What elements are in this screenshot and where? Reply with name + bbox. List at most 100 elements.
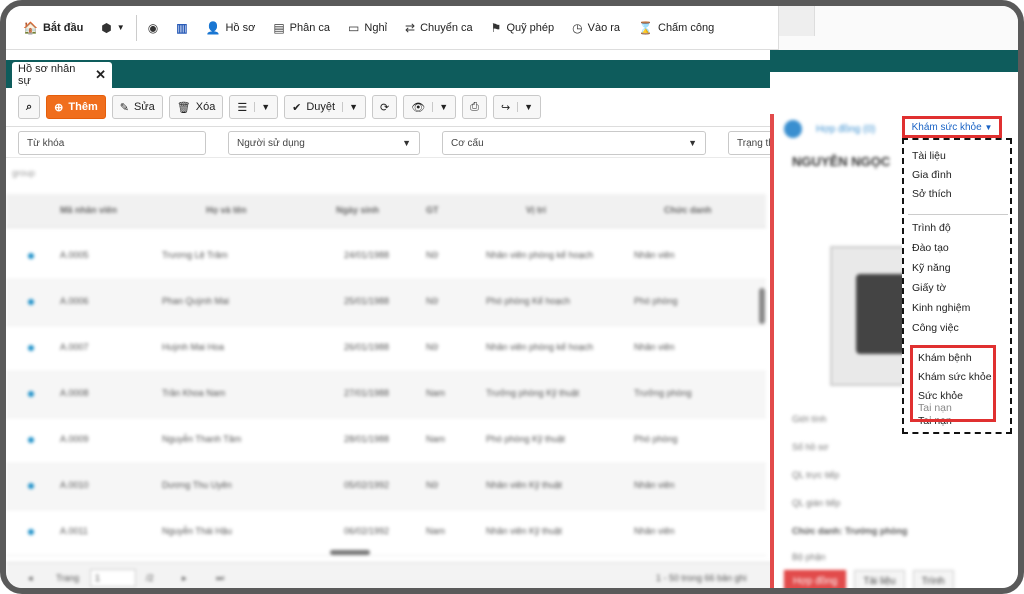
menu-box[interactable]: ⬢ ▼ bbox=[92, 6, 133, 50]
filter-row: Từ khóa Người sử dụng ▼ Cơ cấu ▼ Trạng th bbox=[6, 126, 788, 158]
tab-employee-profile-label: Hồ sơ nhân sự bbox=[18, 63, 76, 87]
menu-item-hobbies[interactable]: Sở thích bbox=[912, 188, 952, 200]
table-cell: Nguyễn Thanh Tâm bbox=[162, 434, 242, 444]
dashboard-icon: ◉ bbox=[147, 20, 159, 35]
menu-item-work[interactable]: Công việc bbox=[912, 322, 959, 334]
menu-item-experience[interactable]: Kinh nghiệm bbox=[912, 302, 970, 314]
table-cell: 05/02/1992 bbox=[344, 480, 390, 490]
menu-shift-assign-label: Phân ca bbox=[289, 21, 331, 34]
group-hint: group bbox=[12, 168, 36, 178]
table-row[interactable]: A.0006 Phan Quỳnh Mai 25/01/1988 Nữ Phó phòn… bbox=[6, 280, 766, 326]
menu-leave-fund-label: Quỹ phép bbox=[506, 21, 555, 34]
table-cell: Huỳnh Mai Hoa bbox=[162, 342, 225, 352]
refresh-button[interactable]: ⟳ bbox=[372, 95, 398, 119]
menu-chart[interactable]: ▥ bbox=[167, 6, 196, 50]
structure-select[interactable]: Cơ cấu ▼ bbox=[442, 131, 706, 155]
menu-leave-fund[interactable]: ⚑ Quỹ phép bbox=[482, 6, 563, 50]
row-status-dot bbox=[28, 299, 34, 305]
view-button[interactable]: 👁 ▼ bbox=[403, 95, 457, 119]
page-input[interactable]: 1 bbox=[90, 569, 136, 587]
right-top-area bbox=[778, 6, 1018, 50]
table-cell: Nữ bbox=[426, 342, 439, 352]
table-row[interactable]: A.0008 Trần Khoa Nam 27/01/1988 Nam Trưởng p… bbox=[6, 372, 766, 418]
table-row[interactable]: A.0007 Huỳnh Mai Hoa 26/01/1988 Nữ Nhân viên… bbox=[6, 326, 766, 372]
info-gender: Giới tính bbox=[792, 414, 827, 424]
info-direct-manager: QL trực tiếp bbox=[792, 470, 840, 480]
menu-item-family[interactable]: Gia đình bbox=[912, 169, 952, 181]
menu-start[interactable]: 🏠 Bắt đầu bbox=[14, 6, 92, 50]
share-button[interactable]: ↪ ▼ bbox=[492, 95, 542, 119]
menu-in-out[interactable]: ◷ Vào ra bbox=[563, 6, 629, 50]
list-icon: ▤ bbox=[273, 20, 285, 35]
edit-button[interactable]: ✎ Sửa bbox=[111, 95, 163, 119]
grid-header: Mã nhân viên Họ và tên Ngày sinh GT Vị t… bbox=[6, 194, 766, 228]
documents-button[interactable]: Tài liệu bbox=[854, 570, 905, 588]
menu-shift-assign[interactable]: ▤ Phân ca bbox=[264, 6, 339, 50]
table-cell: A.0007 bbox=[60, 342, 89, 352]
table-row[interactable]: A.0009 Nguyễn Thanh Tâm 28/01/1988 Nam Phó p… bbox=[6, 418, 766, 464]
check-circle-icon: ✔ bbox=[292, 101, 302, 114]
table-cell: Phó phòng bbox=[634, 434, 678, 444]
col-employee-code[interactable]: Mã nhân viên bbox=[60, 205, 117, 215]
col-position[interactable]: Vị trí bbox=[526, 205, 546, 215]
keyword-input[interactable]: Từ khóa bbox=[18, 131, 206, 155]
tab-employee-profile[interactable]: Hồ sơ nhân sự ✕ bbox=[12, 62, 112, 88]
approve-button[interactable]: ✔ Duyệt ▼ bbox=[284, 95, 367, 119]
table-cell: Nhân viên bbox=[634, 480, 675, 490]
add-button[interactable]: ⊕ Thêm bbox=[46, 95, 106, 119]
chevron-down-icon: ▼ bbox=[432, 102, 448, 112]
contract-tab[interactable]: Hợp đồng (0) bbox=[816, 124, 875, 135]
col-full-name[interactable]: Họ và tên bbox=[206, 205, 247, 215]
col-gender[interactable]: GT bbox=[426, 205, 439, 215]
menu-timekeeping[interactable]: ⌛ Chấm công bbox=[629, 6, 723, 50]
detail-buttons: Hợp đồng Tài liệu Trình bbox=[784, 570, 954, 588]
contract-button[interactable]: Hợp đồng bbox=[784, 570, 847, 588]
menu-shift-change[interactable]: ⇄ Chuyển ca bbox=[396, 6, 482, 50]
delete-button[interactable]: 🗑 Xóa bbox=[168, 95, 224, 119]
table-cell: Nam bbox=[426, 434, 446, 444]
table-row[interactable]: A.0010 Dương Thu Uyên 05/02/1992 Nữ Nhân viê… bbox=[6, 464, 766, 510]
table-cell: Trần Khoa Nam bbox=[162, 388, 226, 398]
table-row[interactable]: A.0011 Nguyễn Thái Hậu 06/02/1992 Nam Nhân v… bbox=[6, 510, 766, 556]
table-row[interactable]: A.0005 Trương Lệ Trâm 24/01/1988 Nữ Nhân viê… bbox=[6, 234, 766, 280]
card-icon: ▭ bbox=[348, 20, 360, 35]
table-cell: A.0005 bbox=[60, 250, 89, 260]
menu-button[interactable]: ☰ ▼ bbox=[229, 95, 279, 119]
last-icon[interactable]: ⏭ bbox=[216, 573, 224, 584]
screenshot-frame: 🏠 Bắt đầu ⬢ ▼ ◉ ▥ 👤 Hồ sơ ▤ Phân ca ▭ Nghỉ ⇄ C… bbox=[0, 0, 1024, 594]
col-dob[interactable]: Ngày sinh bbox=[336, 205, 379, 215]
next-icon[interactable]: ▸ bbox=[182, 573, 187, 584]
user-select[interactable]: Người sử dụng ▼ bbox=[228, 131, 420, 155]
table-cell: 25/01/1988 bbox=[344, 296, 390, 306]
hamburger-icon: ☰ bbox=[237, 101, 248, 114]
menu-dashboard[interactable]: ◉ bbox=[139, 6, 167, 50]
row-status-dot bbox=[28, 529, 34, 535]
menu-leave[interactable]: ▭ Nghỉ bbox=[339, 6, 396, 50]
menu-item-training[interactable]: Đào tạo bbox=[912, 242, 949, 254]
home-icon: 🏠 bbox=[23, 20, 38, 35]
menu-profile-label: Hồ sơ bbox=[225, 21, 256, 34]
info-department: Bộ phận bbox=[792, 552, 826, 562]
col-title[interactable]: Chức danh bbox=[664, 205, 712, 215]
menu-item-education-level[interactable]: Trình độ bbox=[912, 222, 951, 234]
close-icon[interactable]: ✕ bbox=[95, 67, 106, 83]
submit-button[interactable]: Trình bbox=[912, 570, 954, 588]
horizontal-scrollbar[interactable] bbox=[330, 550, 370, 555]
structure-placeholder: Cơ cấu bbox=[451, 137, 484, 149]
status-placeholder: Trạng th bbox=[737, 137, 774, 149]
menu-profile[interactable]: 👤 Hồ sơ bbox=[197, 6, 265, 50]
health-check-dropdown[interactable]: Khám sức khỏe ▼ bbox=[902, 116, 1002, 138]
pager-summary: 1 - 50 trong 66 bản ghi bbox=[656, 573, 747, 583]
plus-circle-icon: ⊕ bbox=[54, 101, 64, 114]
table-cell: 24/01/1988 bbox=[344, 250, 390, 260]
swap-icon: ⇄ bbox=[405, 20, 416, 35]
pencil-icon: ✎ bbox=[119, 101, 129, 114]
prev-icon[interactable]: ◂ bbox=[28, 573, 33, 584]
menu-item-papers[interactable]: Giấy tờ bbox=[912, 282, 946, 294]
search-button[interactable]: ⌕ bbox=[18, 95, 41, 119]
vertical-scrollbar[interactable] bbox=[758, 228, 766, 538]
print-button[interactable]: ⎙ bbox=[462, 95, 487, 119]
scroll-thumb[interactable] bbox=[759, 288, 765, 324]
menu-item-documents[interactable]: Tài liệu bbox=[912, 150, 946, 162]
menu-item-skills[interactable]: Kỹ năng bbox=[912, 262, 951, 274]
